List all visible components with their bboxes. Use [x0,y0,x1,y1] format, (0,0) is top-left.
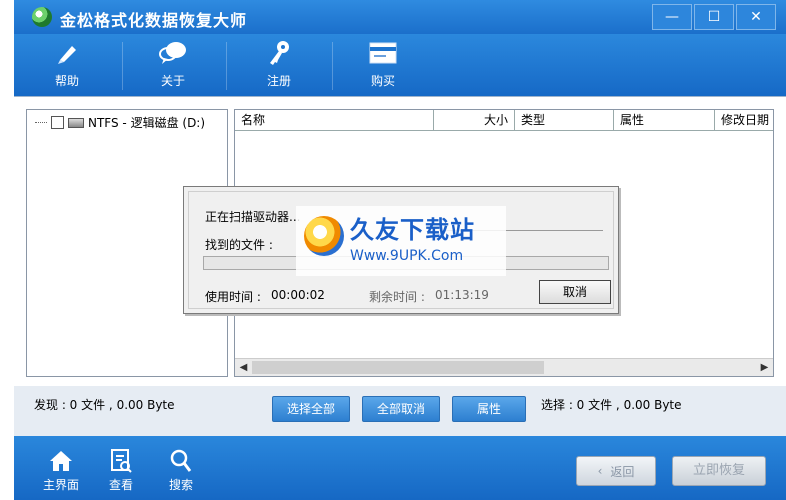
column-header-type[interactable]: 类型 [515,110,614,130]
scroll-right-icon[interactable]: ▶ [756,359,773,376]
back-button[interactable]: ‹ 返回 [576,456,656,486]
home-icon [50,451,72,471]
elapsed-time-value: 00:00:02 [271,288,325,302]
properties-button[interactable]: 属性 [452,396,526,422]
toolbar: 帮助 关于 注册 购买 [14,34,786,96]
help-button[interactable]: 帮助 [32,38,102,94]
tree-item-drive-d[interactable]: NTFS - 逻辑磁盘 (D:) [35,114,205,131]
found-summary: 发现 : 0 文件 , 0.00 Byte [34,398,175,412]
watermark-title: 久友下载站 [350,216,475,244]
remaining-time-value: 01:13:19 [435,288,489,302]
about-label: 关于 [160,74,185,88]
drive-checkbox[interactable] [51,116,64,129]
register-label: 注册 [266,74,291,88]
watermark: 久友下载站 Www.9UPK.Com [296,206,506,276]
elapsed-time-label: 使用时间 : [205,290,261,304]
chat-icon [159,42,186,64]
close-button[interactable]: ✕ [736,4,776,30]
select-all-button[interactable]: 选择全部 [272,396,350,422]
scroll-thumb[interactable] [252,361,544,374]
file-list-header: 名称 大小 类型 属性 修改日期 [235,110,773,131]
remaining-time-label: 剩余时间 : [369,290,425,304]
cancel-scan-button[interactable]: 取消 [539,280,611,304]
horizontal-scrollbar[interactable]: ◀ ▶ [235,358,773,376]
found-files-label: 找到的文件 : [205,238,273,252]
nav-search-label: 搜索 [168,478,193,492]
pen-icon [58,46,76,64]
about-button[interactable]: 关于 [138,38,208,94]
bottom-bar: 主界面 查看 搜索 ‹ 返回 立即恢复 [14,436,786,500]
column-header-modified[interactable]: 修改日期 [715,110,773,130]
card-icon [369,42,397,64]
column-header-size[interactable]: 大小 [434,110,515,130]
back-button-label: 返回 [610,464,635,479]
buy-button[interactable]: 购买 [348,38,418,94]
chevron-left-icon: ‹ [597,464,603,478]
tree-item-label: NTFS - 逻辑磁盘 (D:) [88,116,206,130]
register-button[interactable]: 注册 [244,38,314,94]
cancel-all-button[interactable]: 全部取消 [362,396,440,422]
nav-home-label: 主界面 [42,478,79,492]
column-header-name[interactable]: 名称 [235,110,434,130]
nav-home[interactable]: 主界面 [36,446,86,493]
window-title: 金松格式化数据恢复大师 [60,11,248,30]
watermark-url: Www.9UPK.Com [350,248,464,264]
minimize-button[interactable]: — [652,4,692,30]
search-icon [170,449,192,472]
nav-search[interactable]: 搜索 [156,446,206,493]
selected-summary: 选择 : 0 文件 , 0.00 Byte [541,398,682,412]
app-logo-icon [32,7,52,27]
status-bar: 发现 : 0 文件 , 0.00 Byte 选择全部 全部取消 属性 选择 : … [14,386,786,436]
nav-view-label: 查看 [108,478,133,492]
maximize-button[interactable]: ☐ [694,4,734,30]
view-icon [111,449,132,473]
drive-icon [68,117,84,128]
help-label: 帮助 [54,74,79,88]
column-header-attributes[interactable]: 属性 [614,110,715,130]
nav-view[interactable]: 查看 [96,446,146,493]
key-icon [270,41,289,65]
scanning-status: 正在扫描驱动器... [205,210,301,224]
watermark-logo-icon [304,216,344,256]
buy-label: 购买 [370,74,395,88]
restore-now-button[interactable]: 立即恢复 [672,456,766,486]
title-bar: 金松格式化数据恢复大师 — ☐ ✕ [14,0,786,34]
scroll-left-icon[interactable]: ◀ [235,359,252,376]
